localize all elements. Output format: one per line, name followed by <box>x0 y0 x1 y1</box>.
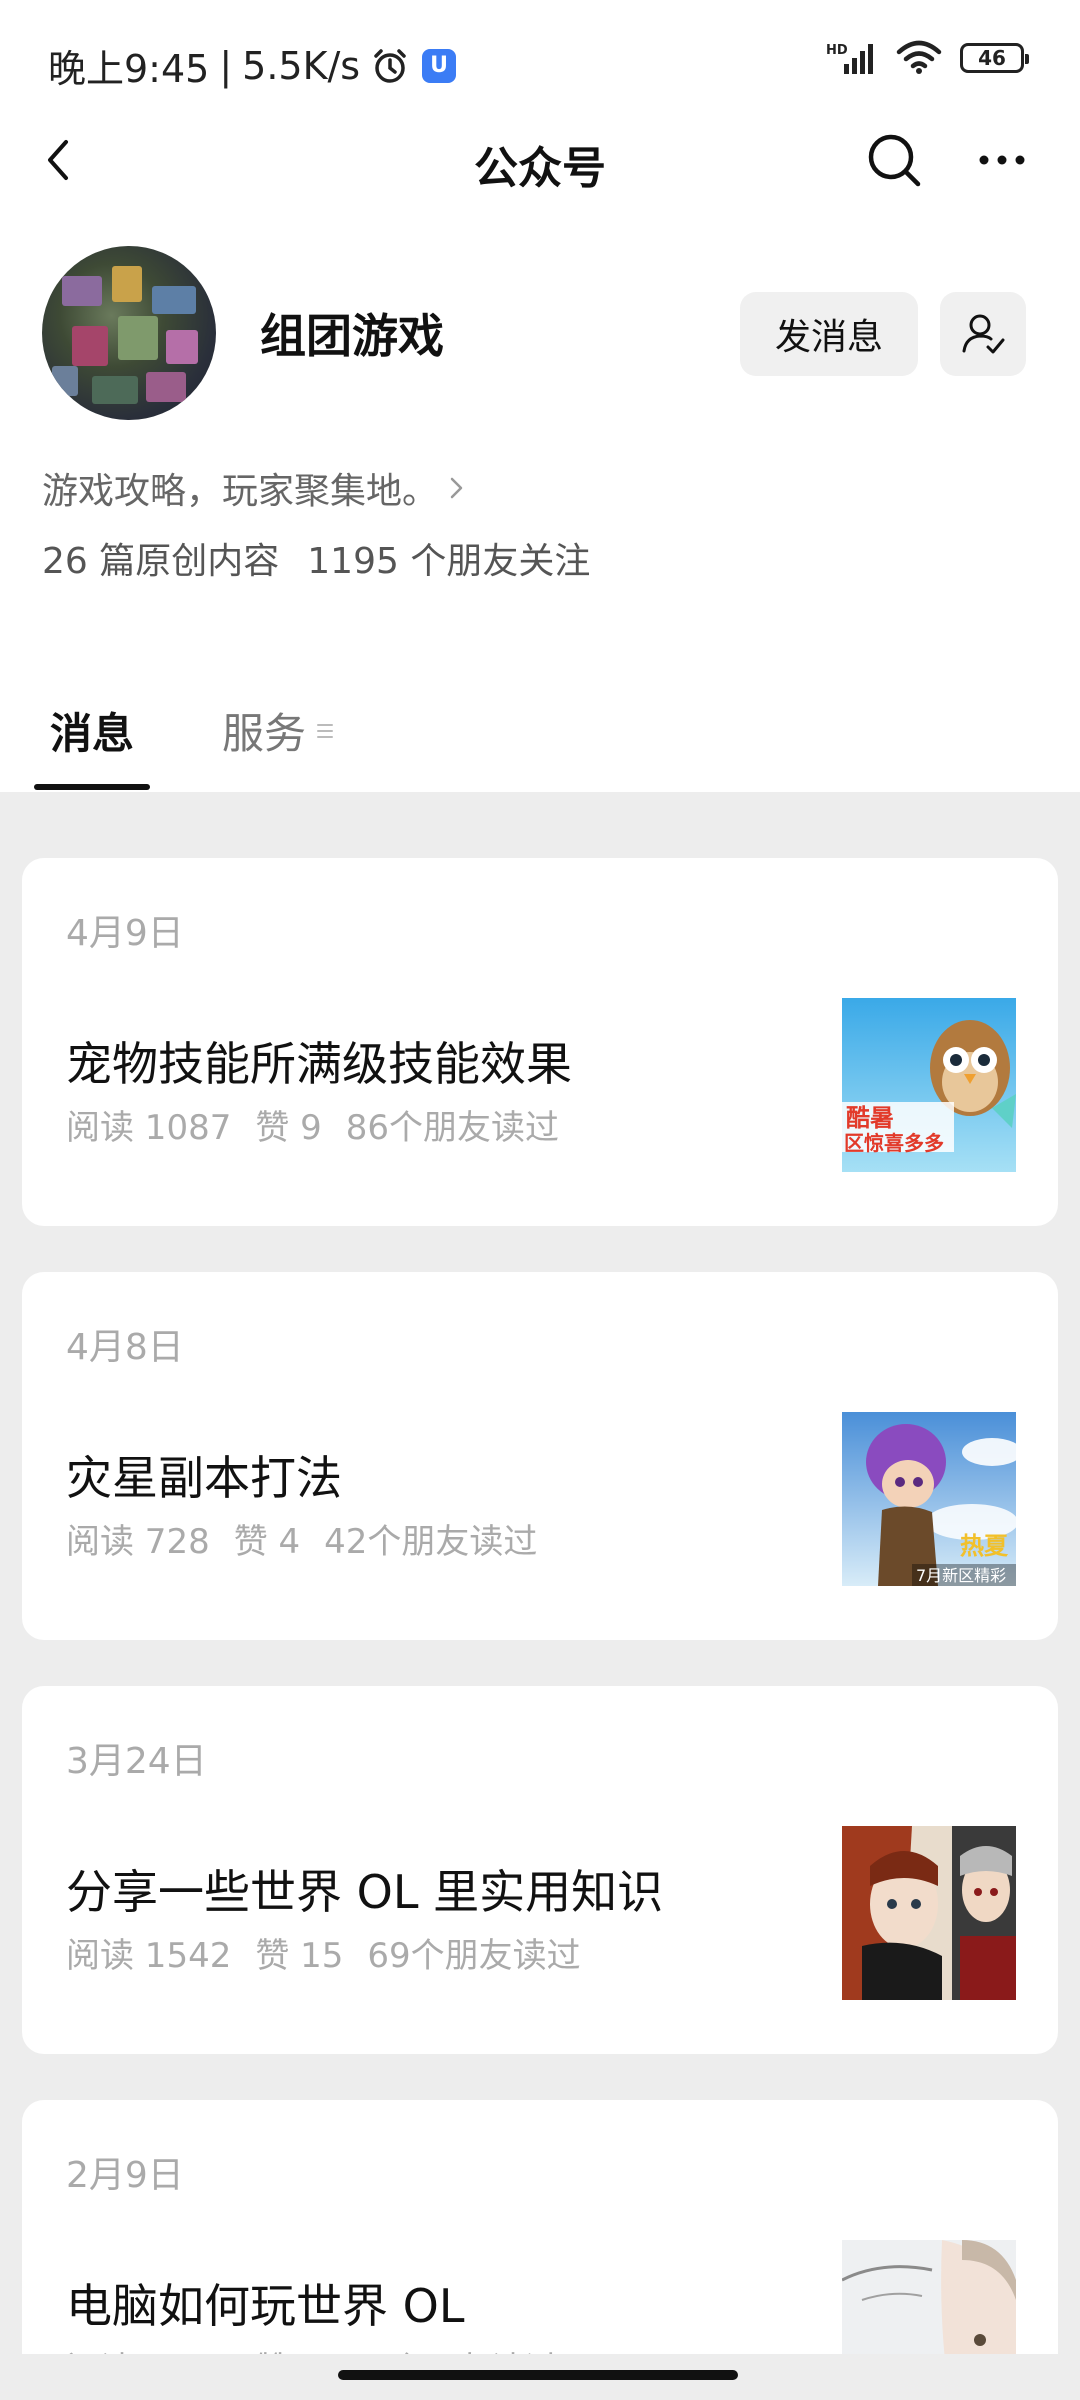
article-likes: 赞 9 <box>255 1108 322 1148</box>
description-text: 游戏攻略，玩家聚集地。 <box>42 471 439 512</box>
article-friends-read: 69个朋友读过 <box>367 1936 581 1976</box>
article-card[interactable]: 4月8日 灾星副本打法 阅读 728 赞 4 42个朋友读过 热夏 7月新区精彩 <box>22 1272 1058 1640</box>
article-meta: 阅读 1542 赞 15 69个朋友读过 <box>66 1928 581 1977</box>
article-card[interactable]: 4月9日 宠物技能所满级技能效果 阅读 1087 赞 9 86个朋友读过 酷暑 … <box>22 858 1058 1226</box>
svg-text:7月新区精彩: 7月新区精彩 <box>916 1566 1006 1585</box>
account-avatar[interactable] <box>42 246 216 420</box>
account-description[interactable]: 游戏攻略，玩家聚集地。 <box>42 462 468 514</box>
article-title: 宠物技能所满级技能效果 <box>66 1037 572 1091</box>
svg-text:HD: HD <box>826 43 848 58</box>
tab-services[interactable]: 服务 <box>222 700 334 761</box>
status-network-speed: 5.5K/s <box>242 43 361 88</box>
article-meta: 阅读 1087 赞 9 86个朋友读过 <box>66 1100 559 1149</box>
article-title: 电脑如何玩世界 OL <box>66 2279 465 2333</box>
tab-services-label: 服务 <box>222 709 307 758</box>
menu-icon <box>317 723 334 738</box>
article-meta: 阅读 728 赞 4 42个朋友读过 <box>66 1514 537 1563</box>
article-date: 2月9日 <box>66 2155 184 2196</box>
article-likes: 赞 4 <box>233 1522 301 1562</box>
article-reads: 阅读 728 <box>66 1522 210 1562</box>
article-date: 4月8日 <box>66 1327 184 1368</box>
account-stats: 26 篇原创内容 1195 个朋友关注 <box>42 532 590 584</box>
status-right: HD 46 <box>826 40 1029 76</box>
article-likes: 赞 15 <box>255 1936 344 1976</box>
article-date: 4月9日 <box>66 913 184 954</box>
svg-text:区惊喜多多: 区惊喜多多 <box>844 1131 944 1155</box>
tab-messages[interactable]: 消息 <box>50 700 134 761</box>
send-message-button[interactable]: 发消息 <box>740 292 918 376</box>
official-account-page: 晚上9:45 | 5.5K/s U HD 46 公众号 组团游戏 发消息 游戏攻… <box>0 0 1080 2400</box>
article-date: 3月24日 <box>66 1741 207 1782</box>
article-title: 分享一些世界 OL 里实用知识 <box>66 1865 664 1919</box>
battery-icon: 46 <box>960 43 1029 73</box>
account-name: 组团游戏 <box>260 309 444 363</box>
user-check-icon <box>962 314 1005 354</box>
article-reads: 阅读 1087 <box>66 1108 232 1148</box>
followers-count: 1195 个朋友关注 <box>307 541 591 582</box>
active-tab-indicator <box>34 784 150 790</box>
more-icon[interactable] <box>972 130 1032 190</box>
status-bar: 晚上9:45 | 5.5K/s U HD 46 <box>0 0 1080 120</box>
original-count: 26 篇原创内容 <box>42 541 280 582</box>
article-thumbnail: 酷暑 区惊喜多多 <box>842 998 1016 1172</box>
app-notification-icon: U <box>422 48 457 83</box>
article-thumbnail <box>842 1826 1016 2000</box>
article-friends-read: 42个朋友读过 <box>324 1522 538 1562</box>
article-thumbnail: 热夏 7月新区精彩 <box>842 1412 1016 1586</box>
article-card[interactable]: 3月24日 分享一些世界 OL 里实用知识 阅读 1542 赞 15 69个朋友… <box>22 1686 1058 2054</box>
status-left: 晚上9:45 | 5.5K/s U <box>48 38 457 93</box>
svg-text:酷暑: 酷暑 <box>846 1104 894 1132</box>
wifi-icon <box>896 40 942 74</box>
signal-icon: HD <box>826 43 873 74</box>
nav-bar: 公众号 <box>0 120 1080 200</box>
status-time: 晚上9:45 <box>48 47 210 91</box>
svg-text:热夏: 热夏 <box>960 1532 1009 1560</box>
chevron-right-icon <box>450 477 463 499</box>
article-title: 灾星副本打法 <box>66 1451 342 1505</box>
search-icon[interactable] <box>864 130 924 190</box>
article-friends-read: 86个朋友读过 <box>345 1108 560 1148</box>
home-indicator[interactable] <box>338 2370 738 2380</box>
status-separator: | <box>219 43 233 88</box>
article-reads: 阅读 1542 <box>66 1936 232 1976</box>
followed-button[interactable] <box>940 292 1026 376</box>
alarm-icon <box>374 48 406 83</box>
